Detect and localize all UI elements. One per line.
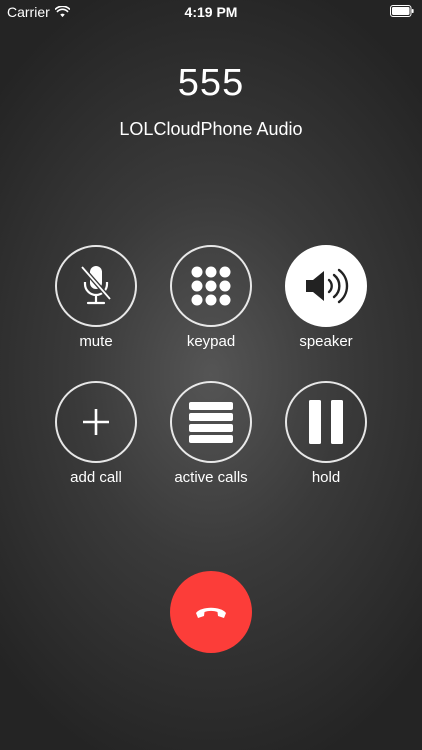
end-call-button[interactable] [170,571,252,653]
keypad-label: keypad [186,333,236,350]
mute-button[interactable] [55,245,137,327]
add-call-button[interactable] [55,381,137,463]
speaker-label: speaker [299,333,353,350]
list-icon [189,402,233,443]
keypad-button[interactable] [170,245,252,327]
hold-control: hold [266,381,386,486]
microphone-off-icon [80,265,112,305]
hold-label: hold [311,469,341,486]
active-calls-control: active calls [151,381,271,486]
hold-button[interactable] [285,381,367,463]
speaker-icon [306,268,349,304]
speaker-control: speaker [266,245,386,350]
add-call-control: add call [36,381,156,486]
active-calls-button[interactable] [170,381,252,463]
caller-number: 555 [177,62,245,104]
call-provider-label: LOLCloudPhone Audio [119,119,303,139]
battery-icon [390,5,414,17]
status-time: 4:19 PM [184,4,238,20]
active-calls-label: active calls [174,469,248,486]
pause-icon [309,400,343,444]
status-bar: Carrier 4:19 PM [0,0,422,24]
keypad-control: keypad [151,245,271,350]
keypad-icon [191,266,231,306]
add-call-label: add call [70,469,122,486]
plus-icon [83,409,109,435]
mute-label: mute [79,333,113,350]
mute-control: mute [36,245,156,350]
speaker-button[interactable] [285,245,367,327]
hang-up-icon [196,607,226,618]
